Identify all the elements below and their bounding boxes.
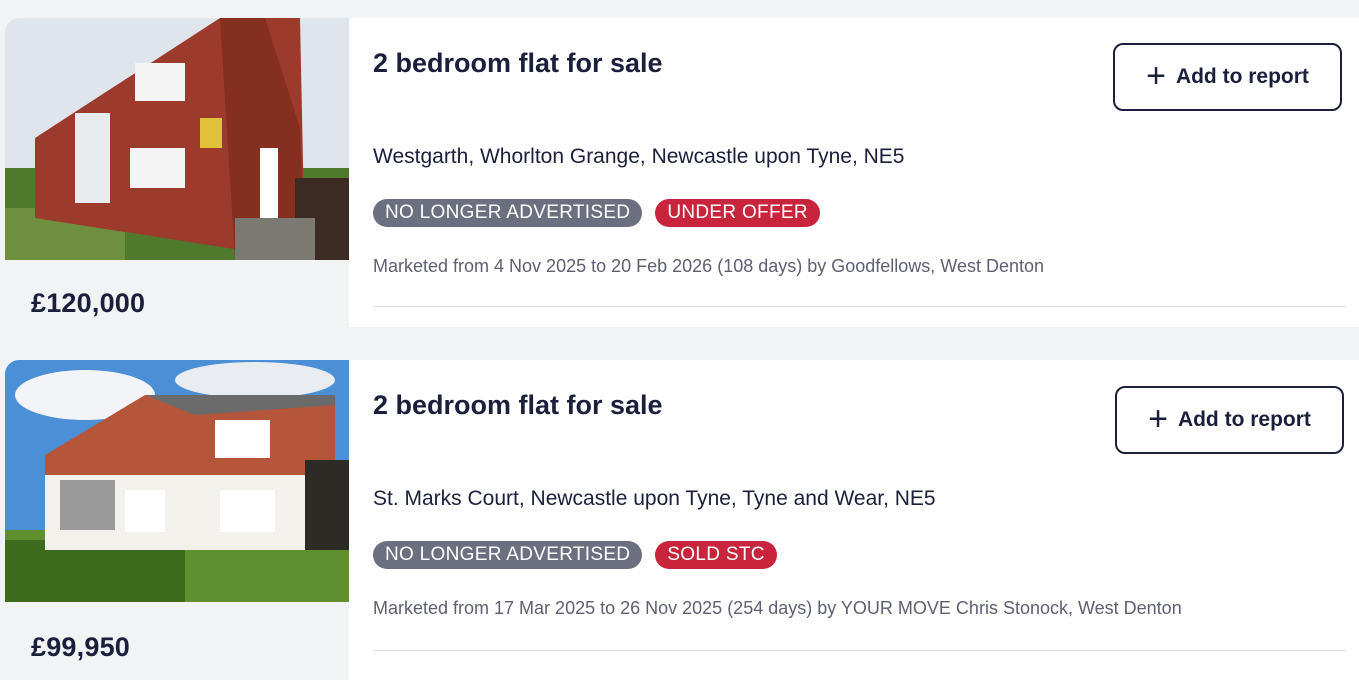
add-to-report-label: Add to report xyxy=(1177,408,1311,431)
listing-address: St. Marks Court, Newcastle upon Tyne, Ty… xyxy=(373,487,936,510)
listing-photo-column: £120,000 xyxy=(5,18,349,327)
property-photo[interactable] xyxy=(5,18,349,260)
status-badge-under-offer: UNDER OFFER xyxy=(655,199,820,227)
listing-address: Westgarth, Whorlton Grange, Newcastle up… xyxy=(373,145,905,168)
listing-title[interactable]: 2 bedroom flat for sale xyxy=(373,48,663,79)
marketing-history: Marketed from 17 Mar 2025 to 26 Nov 2025… xyxy=(373,598,1182,618)
divider xyxy=(373,306,1346,307)
listing-photo-column: £99,950 xyxy=(5,360,349,680)
listing-price: £99,950 xyxy=(31,632,130,662)
status-badge-no-longer-advertised: NO LONGER ADVERTISED xyxy=(373,541,643,569)
listing-card[interactable]: £120,000 2 bedroom flat for sale + Add t… xyxy=(5,18,1359,327)
status-badges: NO LONGER ADVERTISED SOLD STC xyxy=(373,541,777,569)
add-to-report-button[interactable]: + Add to report xyxy=(1113,43,1342,111)
plus-icon: + xyxy=(1148,399,1168,438)
property-photo[interactable] xyxy=(5,360,349,602)
listing-price: £120,000 xyxy=(31,288,146,318)
plus-icon: + xyxy=(1146,56,1166,95)
add-to-report-label: Add to report xyxy=(1175,65,1309,88)
status-badge-no-longer-advertised: NO LONGER ADVERTISED xyxy=(373,199,643,227)
divider xyxy=(373,650,1346,651)
listing-title[interactable]: 2 bedroom flat for sale xyxy=(373,390,663,421)
add-to-report-button[interactable]: + Add to report xyxy=(1115,386,1344,454)
listing-card[interactable]: £99,950 2 bedroom flat for sale + Add to… xyxy=(5,360,1359,680)
status-badge-sold-stc: SOLD STC xyxy=(655,541,777,569)
status-badges: NO LONGER ADVERTISED UNDER OFFER xyxy=(373,199,820,227)
marketing-history: Marketed from 4 Nov 2025 to 20 Feb 2026 … xyxy=(373,256,1045,276)
